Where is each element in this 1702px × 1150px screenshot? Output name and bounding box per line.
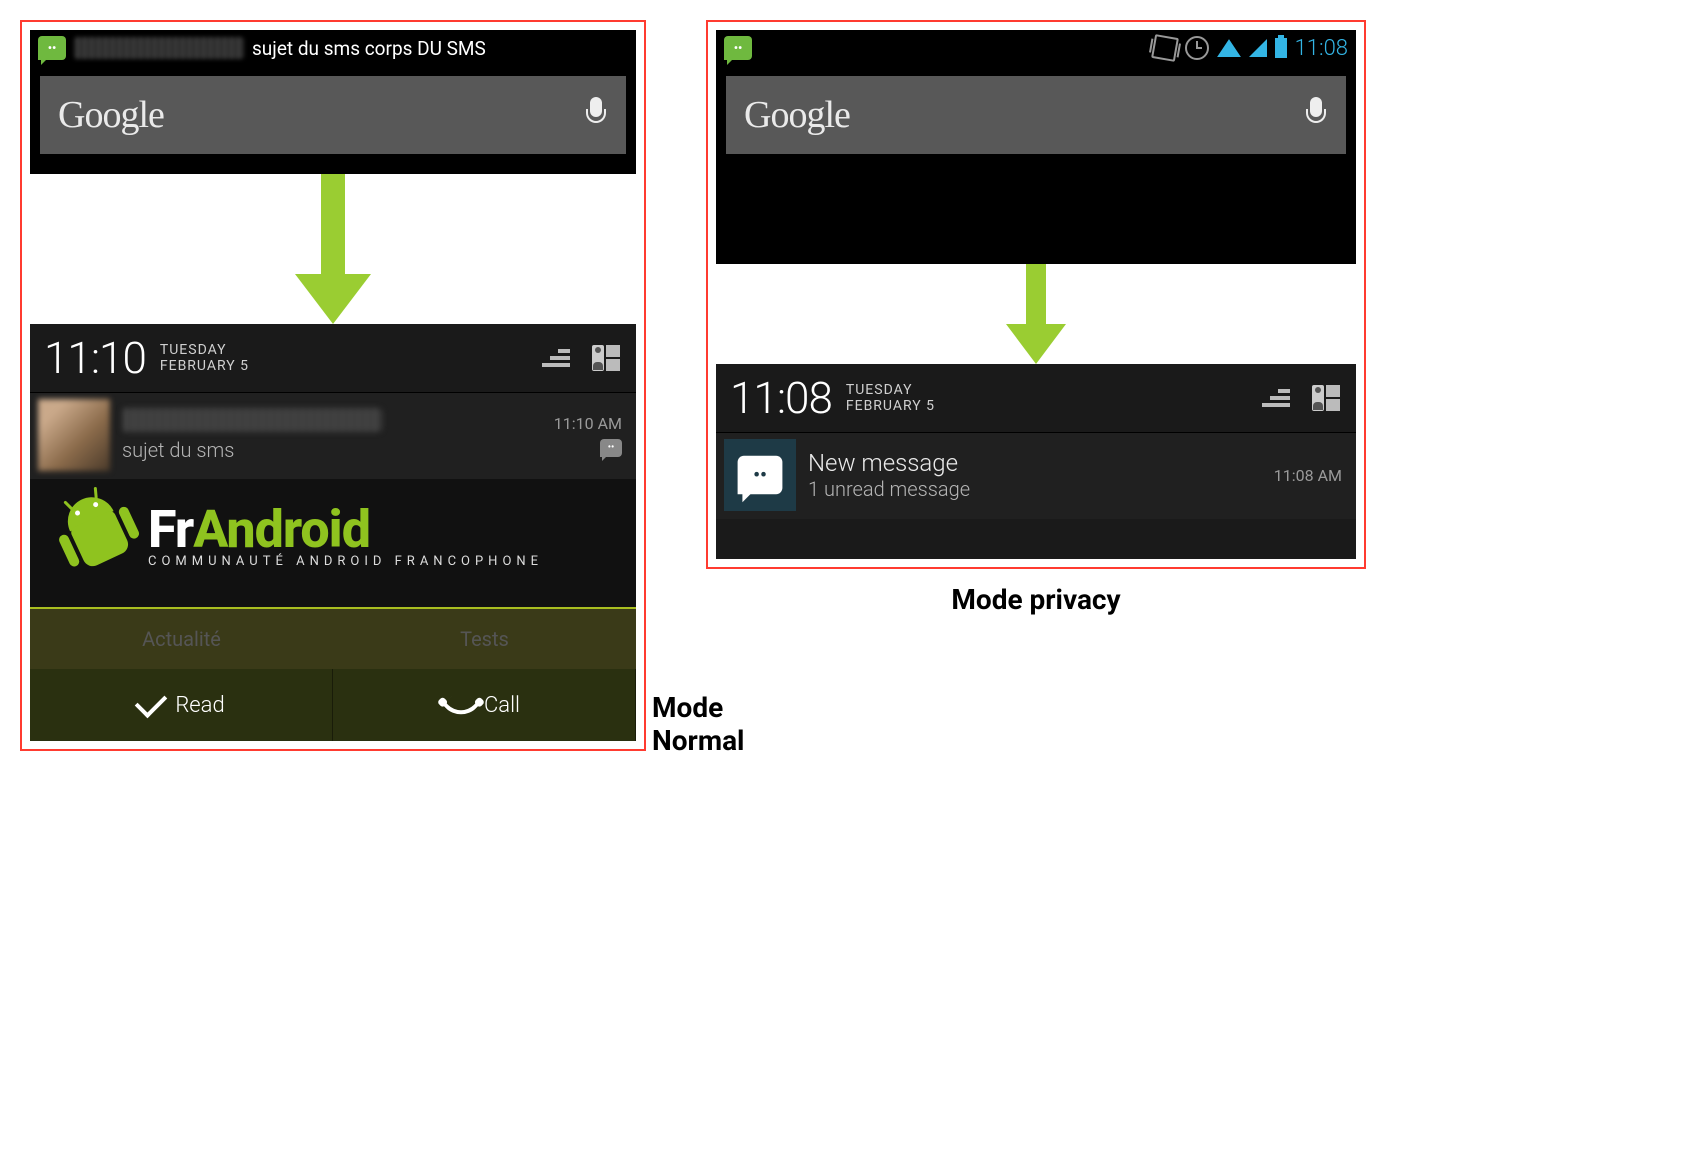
signal-icon: [1249, 39, 1267, 57]
frandroid-banner: FrAndroid COMMUNAUTÉ ANDROID FRANCOPHONE…: [30, 479, 636, 669]
shade-day: TUESDAY: [160, 342, 249, 358]
tab-tests: Tests: [333, 609, 636, 669]
status-notification-text: sujet du sms corps DU SMS: [252, 37, 628, 60]
wifi-icon: [1217, 39, 1241, 57]
notification-shade-normal: 11:10 TUESDAY FEBRUARY 5 sujet du sms 11: [30, 324, 636, 741]
caption-mode-normal: Mode Normal: [652, 691, 744, 757]
shade-time: 11:08: [730, 372, 832, 424]
status-clock: 11:08: [1295, 36, 1348, 61]
action-call-button[interactable]: Call: [333, 669, 636, 741]
google-search-widget[interactable]: Google: [40, 76, 626, 154]
notification-shade-privacy: 11:08 TUESDAY FEBRUARY 5 •• Ne: [716, 364, 1356, 559]
notification-subtitle: 1 unread message: [808, 477, 1262, 501]
shade-date: FEBRUARY 5: [846, 398, 935, 414]
notification-title: New message: [808, 449, 1262, 477]
vibrate-icon: [1151, 34, 1179, 62]
check-icon: [135, 686, 168, 719]
mic-icon[interactable]: [1304, 97, 1328, 133]
homescreen-normal: •• sujet du sms corps DU SMS Google: [30, 30, 636, 174]
shade-header: 11:08 TUESDAY FEBRUARY 5: [716, 364, 1356, 432]
action-call-label: Call: [484, 693, 520, 718]
mode-normal-panel: •• sujet du sms corps DU SMS Google 11:1…: [20, 20, 646, 751]
quick-settings-icon[interactable]: [592, 345, 622, 371]
sms-icon: ••: [724, 36, 752, 60]
shade-header: 11:10 TUESDAY FEBRUARY 5: [30, 324, 636, 392]
quick-settings-icon[interactable]: [1312, 385, 1342, 411]
notification-actions: Read Call: [30, 669, 636, 741]
blurred-sender: [74, 37, 244, 59]
notification-sms[interactable]: sujet du sms 11:10 AM ••: [30, 392, 636, 479]
sms-app-icon: ••: [600, 439, 622, 457]
action-read-label: Read: [175, 693, 224, 718]
alarm-icon: [1185, 36, 1209, 60]
google-logo-text: Google: [744, 93, 850, 137]
frandroid-fr: Fr: [148, 499, 193, 560]
background-tabs: Actualité Tests: [30, 607, 636, 669]
notification-subject: sujet du sms: [122, 438, 542, 462]
sms-app-large-icon: ••: [724, 439, 796, 511]
google-logo-text: Google: [58, 93, 164, 137]
battery-icon: [1275, 38, 1287, 58]
shade-day: TUESDAY: [846, 382, 935, 398]
caption-mode-privacy: Mode privacy: [706, 583, 1366, 616]
notification-private[interactable]: •• New message 1 unread message 11:08 AM: [716, 432, 1356, 519]
frandroid-android: Android: [193, 499, 370, 560]
android-robot-icon: [45, 476, 156, 591]
sms-icon: ••: [38, 36, 66, 60]
notification-time: 11:10 AM: [554, 414, 622, 433]
action-read-button[interactable]: Read: [30, 669, 333, 741]
status-bar: •• 11:08: [716, 30, 1356, 66]
contact-avatar-blurred: [38, 399, 110, 471]
homescreen-privacy: •• 11:08 Google: [716, 30, 1356, 264]
shade-time: 11:10: [44, 332, 146, 384]
phone-icon: [443, 687, 480, 724]
clear-all-icon[interactable]: [542, 345, 570, 371]
google-search-widget[interactable]: Google: [726, 76, 1346, 154]
tab-actualite: Actualité: [30, 609, 333, 669]
notification-time: 11:08 AM: [1274, 466, 1342, 485]
shade-date: FEBRUARY 5: [160, 358, 249, 374]
frandroid-tagline: COMMUNAUTÉ ANDROID FRANCOPHONE: [148, 554, 543, 569]
status-bar: •• sujet du sms corps DU SMS: [30, 30, 636, 66]
mode-privacy-panel: •• 11:08 Google: [706, 20, 1366, 569]
clear-all-icon[interactable]: [1262, 385, 1290, 411]
mic-icon[interactable]: [584, 97, 608, 133]
blurred-contact-name: [122, 408, 382, 432]
